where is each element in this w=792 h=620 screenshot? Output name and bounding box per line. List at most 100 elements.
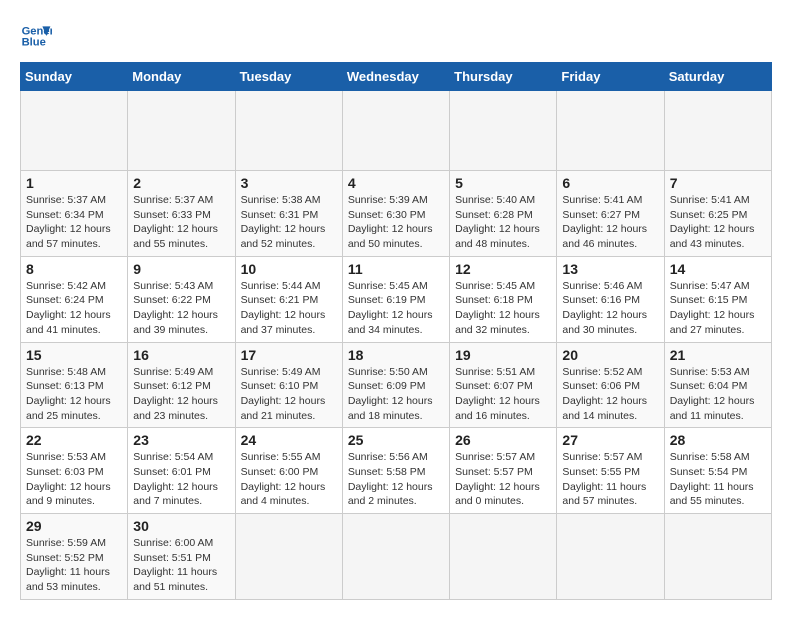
week-row-1: 1 Sunrise: 5:37 AMSunset: 6:34 PMDaylight… bbox=[21, 171, 772, 257]
week-row-4: 22Sunrise: 5:53 AMSunset: 6:03 PMDayligh… bbox=[21, 428, 772, 514]
svg-text:Blue: Blue bbox=[22, 37, 46, 49]
day-number: 11 bbox=[348, 261, 444, 277]
day-cell bbox=[557, 91, 664, 171]
day-info: Sunrise: 5:41 AMSunset: 6:27 PMDaylight:… bbox=[562, 193, 658, 252]
day-number: 3 bbox=[241, 175, 337, 191]
day-cell: 7Sunrise: 5:41 AMSunset: 6:25 PMDaylight… bbox=[664, 171, 771, 257]
day-cell: 13 Sunrise: 5:46 AMSunset: 6:16 PMDayligh… bbox=[557, 256, 664, 342]
day-number: 25 bbox=[348, 432, 444, 448]
day-cell bbox=[21, 91, 128, 171]
day-number: 21 bbox=[670, 347, 766, 363]
day-number: 2 bbox=[133, 175, 229, 191]
day-info: Sunrise: 5:55 AMSunset: 6:00 PMDaylight:… bbox=[241, 450, 337, 509]
day-number: 20 bbox=[562, 347, 658, 363]
day-cell bbox=[235, 514, 342, 600]
day-info: Sunrise: 5:57 AMSunset: 5:57 PMDaylight:… bbox=[455, 450, 551, 509]
day-cell bbox=[342, 514, 449, 600]
day-number: 5 bbox=[455, 175, 551, 191]
day-info: Sunrise: 5:52 AMSunset: 6:06 PMDaylight:… bbox=[562, 365, 658, 424]
day-cell bbox=[557, 514, 664, 600]
day-cell: 24 Sunrise: 5:55 AMSunset: 6:00 PMDayligh… bbox=[235, 428, 342, 514]
page-header: General Blue bbox=[20, 20, 772, 52]
col-header-tuesday: Tuesday bbox=[235, 63, 342, 91]
day-cell bbox=[664, 91, 771, 171]
day-info: Sunrise: 5:58 AMSunset: 5:54 PMDaylight:… bbox=[670, 450, 766, 509]
day-cell: 3 Sunrise: 5:38 AMSunset: 6:31 PMDaylight… bbox=[235, 171, 342, 257]
day-info: Sunrise: 5:39 AMSunset: 6:30 PMDaylight:… bbox=[348, 193, 444, 252]
day-info: Sunrise: 5:46 AMSunset: 6:16 PMDaylight:… bbox=[562, 279, 658, 338]
day-cell: 5 Sunrise: 5:40 AMSunset: 6:28 PMDaylight… bbox=[450, 171, 557, 257]
day-info: Sunrise: 5:37 AMSunset: 6:34 PMDaylight:… bbox=[26, 193, 122, 252]
col-header-saturday: Saturday bbox=[664, 63, 771, 91]
day-cell bbox=[128, 91, 235, 171]
day-info: Sunrise: 5:56 AMSunset: 5:58 PMDaylight:… bbox=[348, 450, 444, 509]
day-number: 4 bbox=[348, 175, 444, 191]
day-cell: 4 Sunrise: 5:39 AMSunset: 6:30 PMDaylight… bbox=[342, 171, 449, 257]
day-info: Sunrise: 5:38 AMSunset: 6:31 PMDaylight:… bbox=[241, 193, 337, 252]
col-header-wednesday: Wednesday bbox=[342, 63, 449, 91]
day-cell: 15 Sunrise: 5:48 AMSunset: 6:13 PMDayligh… bbox=[21, 342, 128, 428]
day-number: 12 bbox=[455, 261, 551, 277]
col-header-monday: Monday bbox=[128, 63, 235, 91]
day-info: Sunrise: 5:57 AMSunset: 5:55 PMDaylight:… bbox=[562, 450, 658, 509]
col-header-thursday: Thursday bbox=[450, 63, 557, 91]
week-row-3: 15 Sunrise: 5:48 AMSunset: 6:13 PMDayligh… bbox=[21, 342, 772, 428]
day-number: 24 bbox=[241, 432, 337, 448]
day-cell: 8Sunrise: 5:42 AMSunset: 6:24 PMDaylight… bbox=[21, 256, 128, 342]
day-number: 17 bbox=[241, 347, 337, 363]
day-number: 23 bbox=[133, 432, 229, 448]
day-info: Sunrise: 5:51 AMSunset: 6:07 PMDaylight:… bbox=[455, 365, 551, 424]
logo: General Blue bbox=[20, 20, 56, 52]
day-cell: 26 Sunrise: 5:57 AMSunset: 5:57 PMDayligh… bbox=[450, 428, 557, 514]
day-cell: 29Sunrise: 5:59 AMSunset: 5:52 PMDayligh… bbox=[21, 514, 128, 600]
day-cell bbox=[342, 91, 449, 171]
day-info: Sunrise: 5:49 AMSunset: 6:10 PMDaylight:… bbox=[241, 365, 337, 424]
day-number: 1 bbox=[26, 175, 122, 191]
logo-icon: General Blue bbox=[20, 20, 52, 52]
day-number: 30 bbox=[133, 518, 229, 534]
header-row: SundayMondayTuesdayWednesdayThursdayFrid… bbox=[21, 63, 772, 91]
day-info: Sunrise: 6:00 AMSunset: 5:51 PMDaylight:… bbox=[133, 536, 229, 595]
day-number: 26 bbox=[455, 432, 551, 448]
day-cell bbox=[450, 91, 557, 171]
day-cell: 30 Sunrise: 6:00 AMSunset: 5:51 PMDayligh… bbox=[128, 514, 235, 600]
day-cell: 14Sunrise: 5:47 AMSunset: 6:15 PMDayligh… bbox=[664, 256, 771, 342]
day-cell: 23Sunrise: 5:54 AMSunset: 6:01 PMDayligh… bbox=[128, 428, 235, 514]
day-info: Sunrise: 5:53 AMSunset: 6:03 PMDaylight:… bbox=[26, 450, 122, 509]
week-row-2: 8Sunrise: 5:42 AMSunset: 6:24 PMDaylight… bbox=[21, 256, 772, 342]
day-cell: 18Sunrise: 5:50 AMSunset: 6:09 PMDayligh… bbox=[342, 342, 449, 428]
calendar-table: SundayMondayTuesdayWednesdayThursdayFrid… bbox=[20, 62, 772, 600]
day-number: 27 bbox=[562, 432, 658, 448]
col-header-friday: Friday bbox=[557, 63, 664, 91]
week-row-0 bbox=[21, 91, 772, 171]
day-cell: 19Sunrise: 5:51 AMSunset: 6:07 PMDayligh… bbox=[450, 342, 557, 428]
day-cell: 17 Sunrise: 5:49 AMSunset: 6:10 PMDayligh… bbox=[235, 342, 342, 428]
day-number: 14 bbox=[670, 261, 766, 277]
day-info: Sunrise: 5:44 AMSunset: 6:21 PMDaylight:… bbox=[241, 279, 337, 338]
day-info: Sunrise: 5:37 AMSunset: 6:33 PMDaylight:… bbox=[133, 193, 229, 252]
day-number: 18 bbox=[348, 347, 444, 363]
day-info: Sunrise: 5:49 AMSunset: 6:12 PMDaylight:… bbox=[133, 365, 229, 424]
day-number: 8 bbox=[26, 261, 122, 277]
day-cell: 12Sunrise: 5:45 AMSunset: 6:18 PMDayligh… bbox=[450, 256, 557, 342]
day-cell: 9Sunrise: 5:43 AMSunset: 6:22 PMDaylight… bbox=[128, 256, 235, 342]
day-number: 15 bbox=[26, 347, 122, 363]
day-info: Sunrise: 5:48 AMSunset: 6:13 PMDaylight:… bbox=[26, 365, 122, 424]
day-info: Sunrise: 5:40 AMSunset: 6:28 PMDaylight:… bbox=[455, 193, 551, 252]
day-number: 13 bbox=[562, 261, 658, 277]
day-cell: 16 Sunrise: 5:49 AMSunset: 6:12 PMDayligh… bbox=[128, 342, 235, 428]
day-cell: 28Sunrise: 5:58 AMSunset: 5:54 PMDayligh… bbox=[664, 428, 771, 514]
day-number: 10 bbox=[241, 261, 337, 277]
day-number: 6 bbox=[562, 175, 658, 191]
day-cell: 20 Sunrise: 5:52 AMSunset: 6:06 PMDayligh… bbox=[557, 342, 664, 428]
day-cell: 10 Sunrise: 5:44 AMSunset: 6:21 PMDayligh… bbox=[235, 256, 342, 342]
day-number: 16 bbox=[133, 347, 229, 363]
day-cell: 2 Sunrise: 5:37 AMSunset: 6:33 PMDaylight… bbox=[128, 171, 235, 257]
day-cell: 21Sunrise: 5:53 AMSunset: 6:04 PMDayligh… bbox=[664, 342, 771, 428]
day-cell: 11 Sunrise: 5:45 AMSunset: 6:19 PMDayligh… bbox=[342, 256, 449, 342]
col-header-sunday: Sunday bbox=[21, 63, 128, 91]
day-info: Sunrise: 5:41 AMSunset: 6:25 PMDaylight:… bbox=[670, 193, 766, 252]
day-info: Sunrise: 5:43 AMSunset: 6:22 PMDaylight:… bbox=[133, 279, 229, 338]
day-info: Sunrise: 5:45 AMSunset: 6:19 PMDaylight:… bbox=[348, 279, 444, 338]
day-cell: 6 Sunrise: 5:41 AMSunset: 6:27 PMDaylight… bbox=[557, 171, 664, 257]
